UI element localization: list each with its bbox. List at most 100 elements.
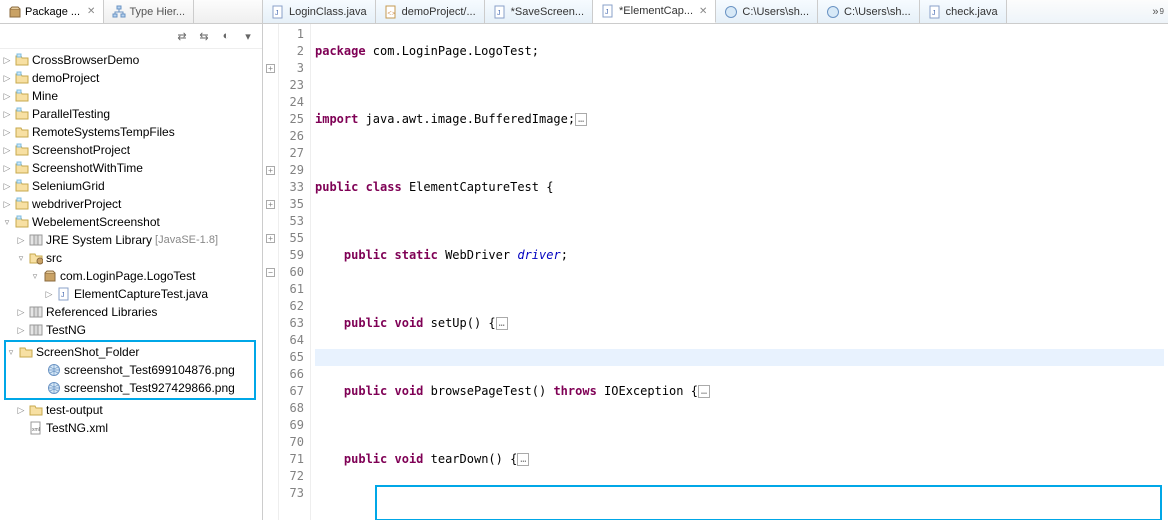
xml-file-icon: xml xyxy=(29,421,43,435)
project-item[interactable]: ▷ScreenshotWithTime xyxy=(2,159,260,177)
java-file-icon: J xyxy=(493,5,507,19)
close-icon[interactable]: ✕ xyxy=(87,6,95,17)
line-number: 71 xyxy=(279,451,304,468)
line-number: 33 xyxy=(279,179,304,196)
globe-icon xyxy=(47,381,61,395)
src-folder[interactable]: ▿src xyxy=(2,249,260,267)
project-item[interactable]: ▷demoProject xyxy=(2,69,260,87)
folded-block-icon[interactable]: … xyxy=(517,453,529,466)
library-icon xyxy=(29,323,43,337)
line-number: 23 xyxy=(279,77,304,94)
xml-file[interactable]: xmlTestNG.xml xyxy=(2,419,260,437)
svg-text:J: J xyxy=(497,10,501,17)
library-icon xyxy=(29,233,43,247)
fold-collapse-icon[interactable]: − xyxy=(266,268,275,277)
svg-text:J: J xyxy=(605,9,609,16)
folder-icon xyxy=(29,403,43,417)
folded-block-icon[interactable]: … xyxy=(496,317,508,330)
java-file-icon: J xyxy=(928,5,942,19)
tab-label: Type Hier... xyxy=(129,6,185,18)
line-number: 1 xyxy=(279,26,304,43)
line-number: 64 xyxy=(279,332,304,349)
package-item[interactable]: ▿com.LoginPage.LogoTest xyxy=(2,267,260,285)
focus-icon[interactable]: ◐ xyxy=(218,28,234,44)
line-number: 61 xyxy=(279,281,304,298)
project-icon xyxy=(15,125,29,139)
java-file-icon: J xyxy=(57,287,71,301)
editor-tab[interactable]: ＜>demoProject/... xyxy=(376,0,485,23)
line-number: 60 xyxy=(279,264,304,281)
project-item[interactable]: ▷webdriverProject xyxy=(2,195,260,213)
globe-icon xyxy=(47,363,61,377)
open-project-icon xyxy=(15,53,29,67)
svg-text:＜>: ＜> xyxy=(387,11,395,17)
editor-tab[interactable]: C:\Users\sh... xyxy=(818,0,920,23)
fold-expand-icon[interactable]: + xyxy=(266,166,275,175)
editor-tab[interactable]: J*SaveScreen... xyxy=(485,0,593,23)
line-number: 62 xyxy=(279,298,304,315)
line-number: 72 xyxy=(279,468,304,485)
png-file[interactable]: screenshot_Test699104876.png xyxy=(6,361,254,379)
line-number: 55 xyxy=(279,230,304,247)
project-item[interactable]: ▷Mine xyxy=(2,87,260,105)
line-number: 66 xyxy=(279,366,304,383)
editor-tab[interactable]: Jcheck.java xyxy=(920,0,1007,23)
line-number: 53 xyxy=(279,213,304,230)
project-item[interactable]: ▷CrossBrowserDemo xyxy=(2,51,260,69)
fold-expand-icon[interactable]: + xyxy=(266,200,275,209)
project-item[interactable]: ▿WebelementScreenshot xyxy=(2,213,260,231)
editor-tab-active[interactable]: J*ElementCap...✕ xyxy=(593,0,716,23)
project-item[interactable]: ▷ScreenshotProject xyxy=(2,141,260,159)
fold-gutter[interactable]: + + + + − xyxy=(263,24,279,520)
folded-imports-icon[interactable]: … xyxy=(575,113,587,126)
project-item[interactable]: ▷SeleniumGrid xyxy=(2,177,260,195)
editor-tab[interactable]: C:\Users\sh... xyxy=(716,0,818,23)
screenshot-folder[interactable]: ▿ScreenShot_Folder xyxy=(6,343,254,361)
java-file[interactable]: ▷JElementCaptureTest.java xyxy=(2,285,260,303)
line-number-gutter[interactable]: 1232324252627293335535559606162636465666… xyxy=(279,24,311,520)
tab-label: Package ... xyxy=(25,6,80,18)
highlighted-region: ▿ScreenShot_Folder screenshot_Test699104… xyxy=(4,340,256,400)
line-number: 68 xyxy=(279,400,304,417)
open-project-icon xyxy=(15,179,29,193)
open-project-icon xyxy=(15,89,29,103)
view-menu-icon[interactable]: ▾ xyxy=(240,28,256,44)
testng-lib[interactable]: ▷TestNG xyxy=(2,321,260,339)
close-icon[interactable]: ✕ xyxy=(699,6,707,17)
jre-library[interactable]: ▷JRE System Library [JavaSE-1.8] xyxy=(2,231,260,249)
folded-block-icon[interactable]: … xyxy=(698,385,710,398)
project-item[interactable]: ▷RemoteSystemsTempFiles xyxy=(2,123,260,141)
line-number: 27 xyxy=(279,145,304,162)
html-file-icon: ＜> xyxy=(384,5,398,19)
library-icon xyxy=(29,305,43,319)
line-number: 59 xyxy=(279,247,304,264)
hierarchy-icon xyxy=(112,5,126,19)
package-explorer-tree[interactable]: ▷CrossBrowserDemo ▷demoProject ▷Mine ▷Pa… xyxy=(0,49,262,520)
fold-expand-icon[interactable]: + xyxy=(266,234,275,243)
open-project-icon xyxy=(15,107,29,121)
link-editor-icon[interactable]: ⇆ xyxy=(196,28,212,44)
open-project-icon xyxy=(15,71,29,85)
editor-tab[interactable]: JLoginClass.java xyxy=(263,0,376,23)
more-tabs-button[interactable]: »9 xyxy=(1148,0,1168,23)
svg-text:xml: xml xyxy=(32,427,40,433)
open-project-icon xyxy=(15,143,29,157)
tab-type-hierarchy[interactable]: Type Hier... xyxy=(104,0,194,23)
project-item[interactable]: ▷ParallelTesting xyxy=(2,105,260,123)
line-number: 65 xyxy=(279,349,304,366)
fold-expand-icon[interactable]: + xyxy=(266,64,275,73)
svg-text:J: J xyxy=(275,10,279,17)
code-editor[interactable]: + + + + − 1232324252 xyxy=(263,24,1168,520)
source-folder-icon xyxy=(29,251,43,265)
java-file-icon: J xyxy=(271,5,285,19)
referenced-libraries[interactable]: ▷Referenced Libraries xyxy=(2,303,260,321)
test-output-folder[interactable]: ▷test-output xyxy=(2,401,260,419)
collapse-all-icon[interactable]: ⇄ xyxy=(174,28,190,44)
globe-icon xyxy=(724,5,738,19)
svg-text:J: J xyxy=(61,292,65,299)
tab-package-explorer[interactable]: Package ... ✕ xyxy=(0,0,104,23)
svg-text:J: J xyxy=(932,10,936,17)
line-number: 2 xyxy=(279,43,304,60)
png-file[interactable]: screenshot_Test927429866.png xyxy=(6,379,254,397)
code-content[interactable]: package com.LoginPage.LogoTest; import j… xyxy=(311,24,1168,520)
